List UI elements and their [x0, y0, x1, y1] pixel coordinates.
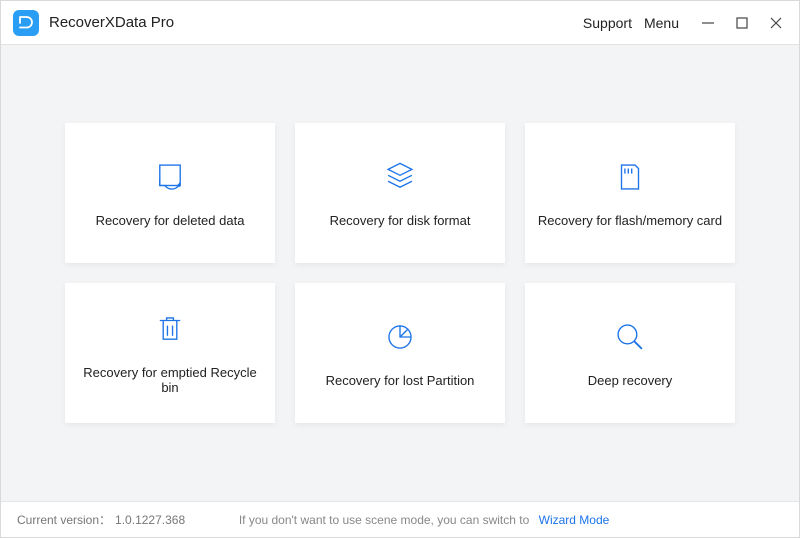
version-value: 1.0.1227.368 — [115, 513, 185, 527]
card-deep-recovery[interactable]: Deep recovery — [525, 283, 735, 423]
minimize-icon — [701, 16, 715, 30]
maximize-button[interactable] — [733, 14, 751, 32]
support-link[interactable]: Support — [583, 15, 632, 31]
recycle-bin-icon — [152, 311, 188, 347]
lost-partition-icon — [382, 319, 418, 355]
deleted-data-icon — [152, 159, 188, 195]
footer-center: If you don't want to use scene mode, you… — [185, 513, 663, 527]
close-button[interactable] — [767, 14, 785, 32]
disk-format-icon — [382, 159, 418, 195]
card-label: Recovery for lost Partition — [326, 373, 475, 388]
app-title: RecoverXData Pro — [49, 14, 174, 31]
card-label: Recovery for flash/memory card — [538, 213, 722, 228]
flash-memory-icon — [612, 159, 648, 195]
wizard-mode-link[interactable]: Wizard Mode — [539, 513, 610, 527]
card-recovery-deleted[interactable]: Recovery for deleted data — [65, 123, 275, 263]
minimize-button[interactable] — [699, 14, 717, 32]
card-recovery-disk-format[interactable]: Recovery for disk format — [295, 123, 505, 263]
menu-link[interactable]: Menu — [644, 15, 679, 31]
card-label: Deep recovery — [588, 373, 673, 388]
mode-hint-text: If you don't want to use scene mode, you… — [239, 513, 529, 527]
close-icon — [769, 16, 783, 30]
recovery-grid: Recovery for deleted data Recovery for d… — [65, 123, 735, 423]
app-logo-icon — [17, 14, 35, 32]
card-label: Recovery for disk format — [330, 213, 471, 228]
card-recovery-flash-memory[interactable]: Recovery for flash/memory card — [525, 123, 735, 263]
card-label: Recovery for deleted data — [96, 213, 245, 228]
app-logo — [13, 10, 39, 36]
version-label: Current version： — [17, 511, 111, 528]
card-recovery-recycle-bin[interactable]: Recovery for emptied Recycle bin — [65, 283, 275, 423]
window-controls — [699, 14, 785, 32]
main-content: Recovery for deleted data Recovery for d… — [1, 45, 799, 501]
title-bar: RecoverXData Pro Support Menu — [1, 1, 799, 45]
deep-recovery-icon — [612, 319, 648, 355]
maximize-icon — [735, 16, 749, 30]
card-label: Recovery for emptied Recycle bin — [75, 365, 265, 395]
card-recovery-lost-partition[interactable]: Recovery for lost Partition — [295, 283, 505, 423]
app-window: RecoverXData Pro Support Menu — [0, 0, 800, 538]
footer-bar: Current version： 1.0.1227.368 If you don… — [1, 501, 799, 537]
